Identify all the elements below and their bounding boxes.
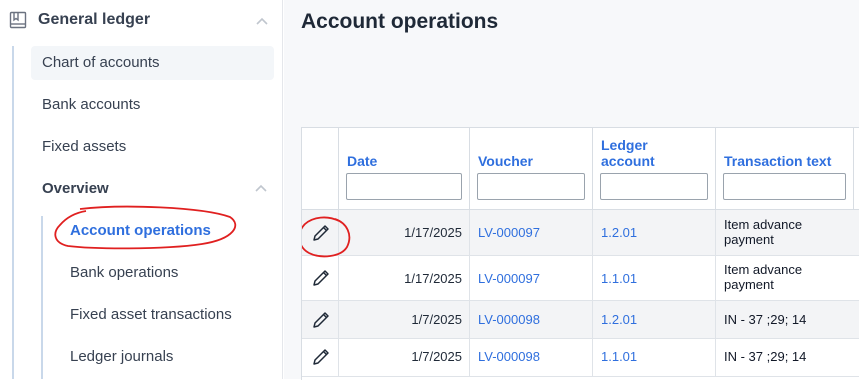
pencil-icon[interactable] <box>311 268 331 288</box>
sidebar-item-label: Chart of accounts <box>42 54 160 71</box>
main-content: Account operations Date Voucher Ledger a… <box>284 0 859 380</box>
pencil-icon[interactable] <box>311 310 331 330</box>
sidebar-item-chart-of-accounts[interactable]: Chart of accounts <box>31 46 274 80</box>
column-header-label: Voucher <box>478 153 533 169</box>
edit-cell <box>302 301 339 338</box>
edit-cell <box>302 256 339 300</box>
date-value: 1/17/2025 <box>404 225 462 240</box>
sidebar-item-ledger-journals[interactable]: Ledger journals <box>59 340 274 374</box>
tree-guide-line <box>41 216 43 379</box>
sidebar-item-label: Fixed assets <box>42 138 127 155</box>
sidebar-item-bank-accounts[interactable]: Bank accounts <box>31 88 274 122</box>
voucher-cell: LV-000098 <box>470 339 593 376</box>
voucher-filter-input[interactable] <box>477 173 585 200</box>
ledger-account-link[interactable]: 1.1.01 <box>601 349 637 364</box>
operations-table: Date Voucher Ledger account Transaction … <box>301 127 859 380</box>
sidebar-item-account-operations[interactable]: Account operations <box>59 214 274 248</box>
sidebar: General ledger Chart of accounts Bank ac… <box>0 0 283 379</box>
edit-cell <box>302 339 339 376</box>
date-filter-input[interactable] <box>346 173 462 200</box>
ledger-account-link[interactable]: 1.2.01 <box>601 312 637 327</box>
transaction-text-cell: IN - 37 ;29; 14 <box>716 301 859 338</box>
transaction-text: payment <box>724 232 774 247</box>
tree-guide-line <box>12 46 14 379</box>
voucher-link[interactable]: LV-000098 <box>478 349 540 364</box>
date-cell: 1/7/2025 <box>339 339 470 376</box>
ledger-account-link[interactable]: 1.2.01 <box>601 225 637 240</box>
column-header-label: Transaction text <box>724 153 832 169</box>
transaction-text-filter-input[interactable] <box>723 173 846 200</box>
table-row[interactable]: 1/7/2025 LV-000098 1.1.01 IN - 37 ;29; 1… <box>302 339 859 377</box>
voucher-cell: LV-000097 <box>470 210 593 255</box>
chevron-up-icon[interactable] <box>254 182 268 196</box>
date-cell: 1/17/2025 <box>339 256 470 300</box>
table-row[interactable]: 1/17/2025 LV-000097 1.1.01 Item advance … <box>302 256 859 301</box>
book-icon <box>9 11 27 29</box>
transaction-text-cell: Item advance payment <box>716 210 859 255</box>
page-title: Account operations <box>301 10 499 33</box>
column-header-ledger-account[interactable]: Ledger account <box>593 128 716 210</box>
date-value: 1/17/2025 <box>404 271 462 286</box>
voucher-link[interactable]: LV-000097 <box>478 225 540 240</box>
transaction-text: IN - 37 ;29; 14 <box>724 312 807 327</box>
edit-cell <box>302 210 339 255</box>
general-ledger-title: General ledger <box>38 11 151 28</box>
pencil-icon[interactable] <box>311 223 331 243</box>
transaction-text-cell: IN - 37 ;29; 14 <box>716 339 859 376</box>
ledger-account-cell: 1.1.01 <box>593 256 716 300</box>
date-value: 1/7/2025 <box>411 312 462 327</box>
general-ledger-group-header[interactable]: General ledger <box>0 0 283 42</box>
column-header-label: Date <box>347 153 378 169</box>
column-header-transaction-text[interactable]: Transaction text <box>716 128 854 210</box>
column-header-voucher[interactable]: Voucher <box>470 128 593 210</box>
chevron-up-icon[interactable] <box>255 15 269 29</box>
ledger-account-cell: 1.2.01 <box>593 210 716 255</box>
ledger-account-cell: 1.1.01 <box>593 339 716 376</box>
sidebar-item-label: Fixed asset transactions <box>70 306 232 323</box>
sidebar-item-overview[interactable]: Overview <box>31 172 274 206</box>
transaction-text: payment <box>724 277 774 292</box>
transaction-text: IN - 37 ;29; 14 <box>724 349 807 364</box>
date-cell: 1/7/2025 <box>339 301 470 338</box>
sidebar-item-label: Bank accounts <box>42 96 141 113</box>
sidebar-item-label: Account operations <box>70 222 211 239</box>
pencil-icon[interactable] <box>311 347 331 367</box>
sidebar-item-label: Bank operations <box>70 264 179 281</box>
column-header-label: Ledger <box>601 137 648 153</box>
transaction-text: Item advance <box>724 217 803 232</box>
voucher-link[interactable]: LV-000098 <box>478 312 540 327</box>
date-value: 1/7/2025 <box>411 349 462 364</box>
sidebar-item-fixed-assets[interactable]: Fixed assets <box>31 130 274 164</box>
transaction-text: Item advance <box>724 262 803 277</box>
table-row[interactable]: 1/17/2025 LV-000097 1.2.01 Item advance … <box>302 210 859 256</box>
table-row[interactable]: 1/7/2025 LV-000098 1.2.01 IN - 37 ;29; 1… <box>302 301 859 339</box>
column-header-date[interactable]: Date <box>339 128 470 210</box>
transaction-text-cell: Item advance payment <box>716 256 859 300</box>
ledger-account-filter-input[interactable] <box>600 173 708 200</box>
column-header-edit <box>302 128 339 210</box>
sidebar-item-bank-operations[interactable]: Bank operations <box>59 256 274 290</box>
date-cell: 1/17/2025 <box>339 210 470 255</box>
sidebar-item-label: Overview <box>42 180 109 197</box>
sidebar-item-fixed-asset-transactions[interactable]: Fixed asset transactions <box>59 298 274 332</box>
column-header-label: account <box>601 153 655 169</box>
sidebar-item-label: Ledger journals <box>70 348 174 365</box>
voucher-cell: LV-000098 <box>470 301 593 338</box>
voucher-cell: LV-000097 <box>470 256 593 300</box>
ledger-account-cell: 1.2.01 <box>593 301 716 338</box>
ledger-account-link[interactable]: 1.1.01 <box>601 271 637 286</box>
voucher-link[interactable]: LV-000097 <box>478 271 540 286</box>
